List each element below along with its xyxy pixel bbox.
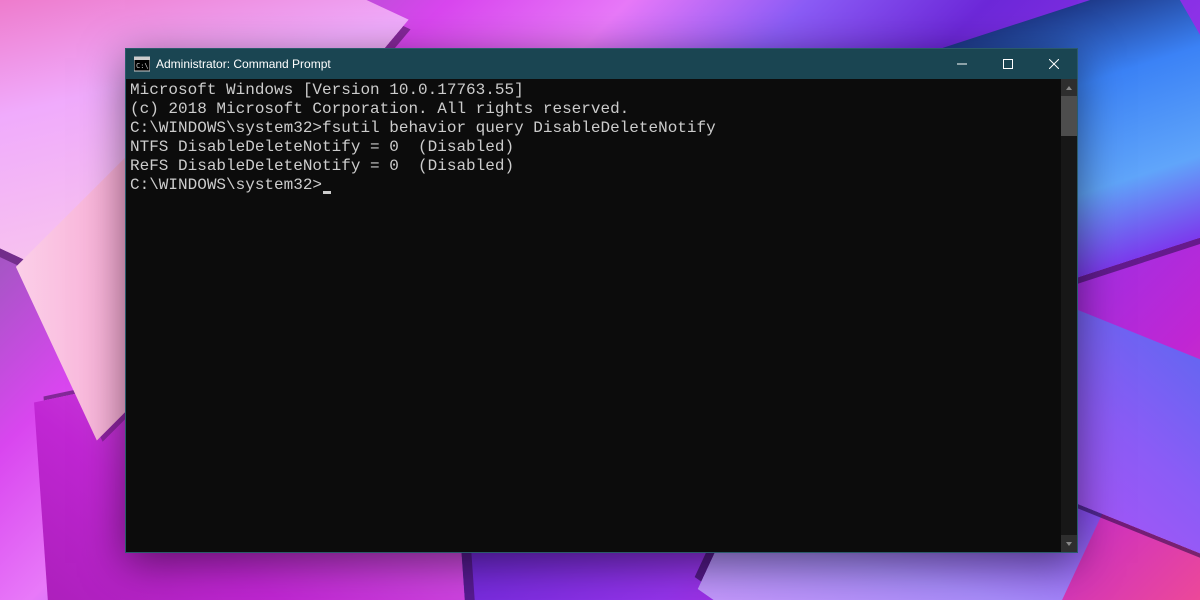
terminal-line: C:\WINDOWS\system32>fsutil behavior quer… [130, 119, 1057, 138]
scroll-up-button[interactable] [1061, 79, 1077, 96]
svg-text:C:\: C:\ [136, 62, 149, 70]
terminal-line: NTFS DisableDeleteNotify = 0 (Disabled) [130, 138, 1057, 157]
scroll-thumb[interactable] [1061, 96, 1077, 136]
close-button[interactable] [1031, 49, 1077, 79]
window-title: Administrator: Command Prompt [156, 57, 939, 71]
maximize-button[interactable] [985, 49, 1031, 79]
scroll-track[interactable] [1061, 96, 1077, 535]
terminal-line: Microsoft Windows [Version 10.0.17763.55… [130, 81, 1057, 100]
terminal-line: ReFS DisableDeleteNotify = 0 (Disabled) [130, 157, 1057, 176]
terminal-prompt: C:\WINDOWS\system32> [130, 176, 322, 194]
minimize-button[interactable] [939, 49, 985, 79]
command-prompt-window: C:\ Administrator: Command Prompt Micros… [125, 48, 1078, 553]
terminal-body: Microsoft Windows [Version 10.0.17763.55… [126, 79, 1077, 552]
window-controls [939, 49, 1077, 79]
vertical-scrollbar[interactable] [1061, 79, 1077, 552]
title-bar[interactable]: C:\ Administrator: Command Prompt [126, 49, 1077, 79]
scroll-down-button[interactable] [1061, 535, 1077, 552]
terminal-line: (c) 2018 Microsoft Corporation. All righ… [130, 100, 1057, 119]
cursor-icon [323, 191, 331, 194]
terminal-content[interactable]: Microsoft Windows [Version 10.0.17763.55… [126, 79, 1061, 552]
cmd-icon: C:\ [134, 56, 150, 72]
